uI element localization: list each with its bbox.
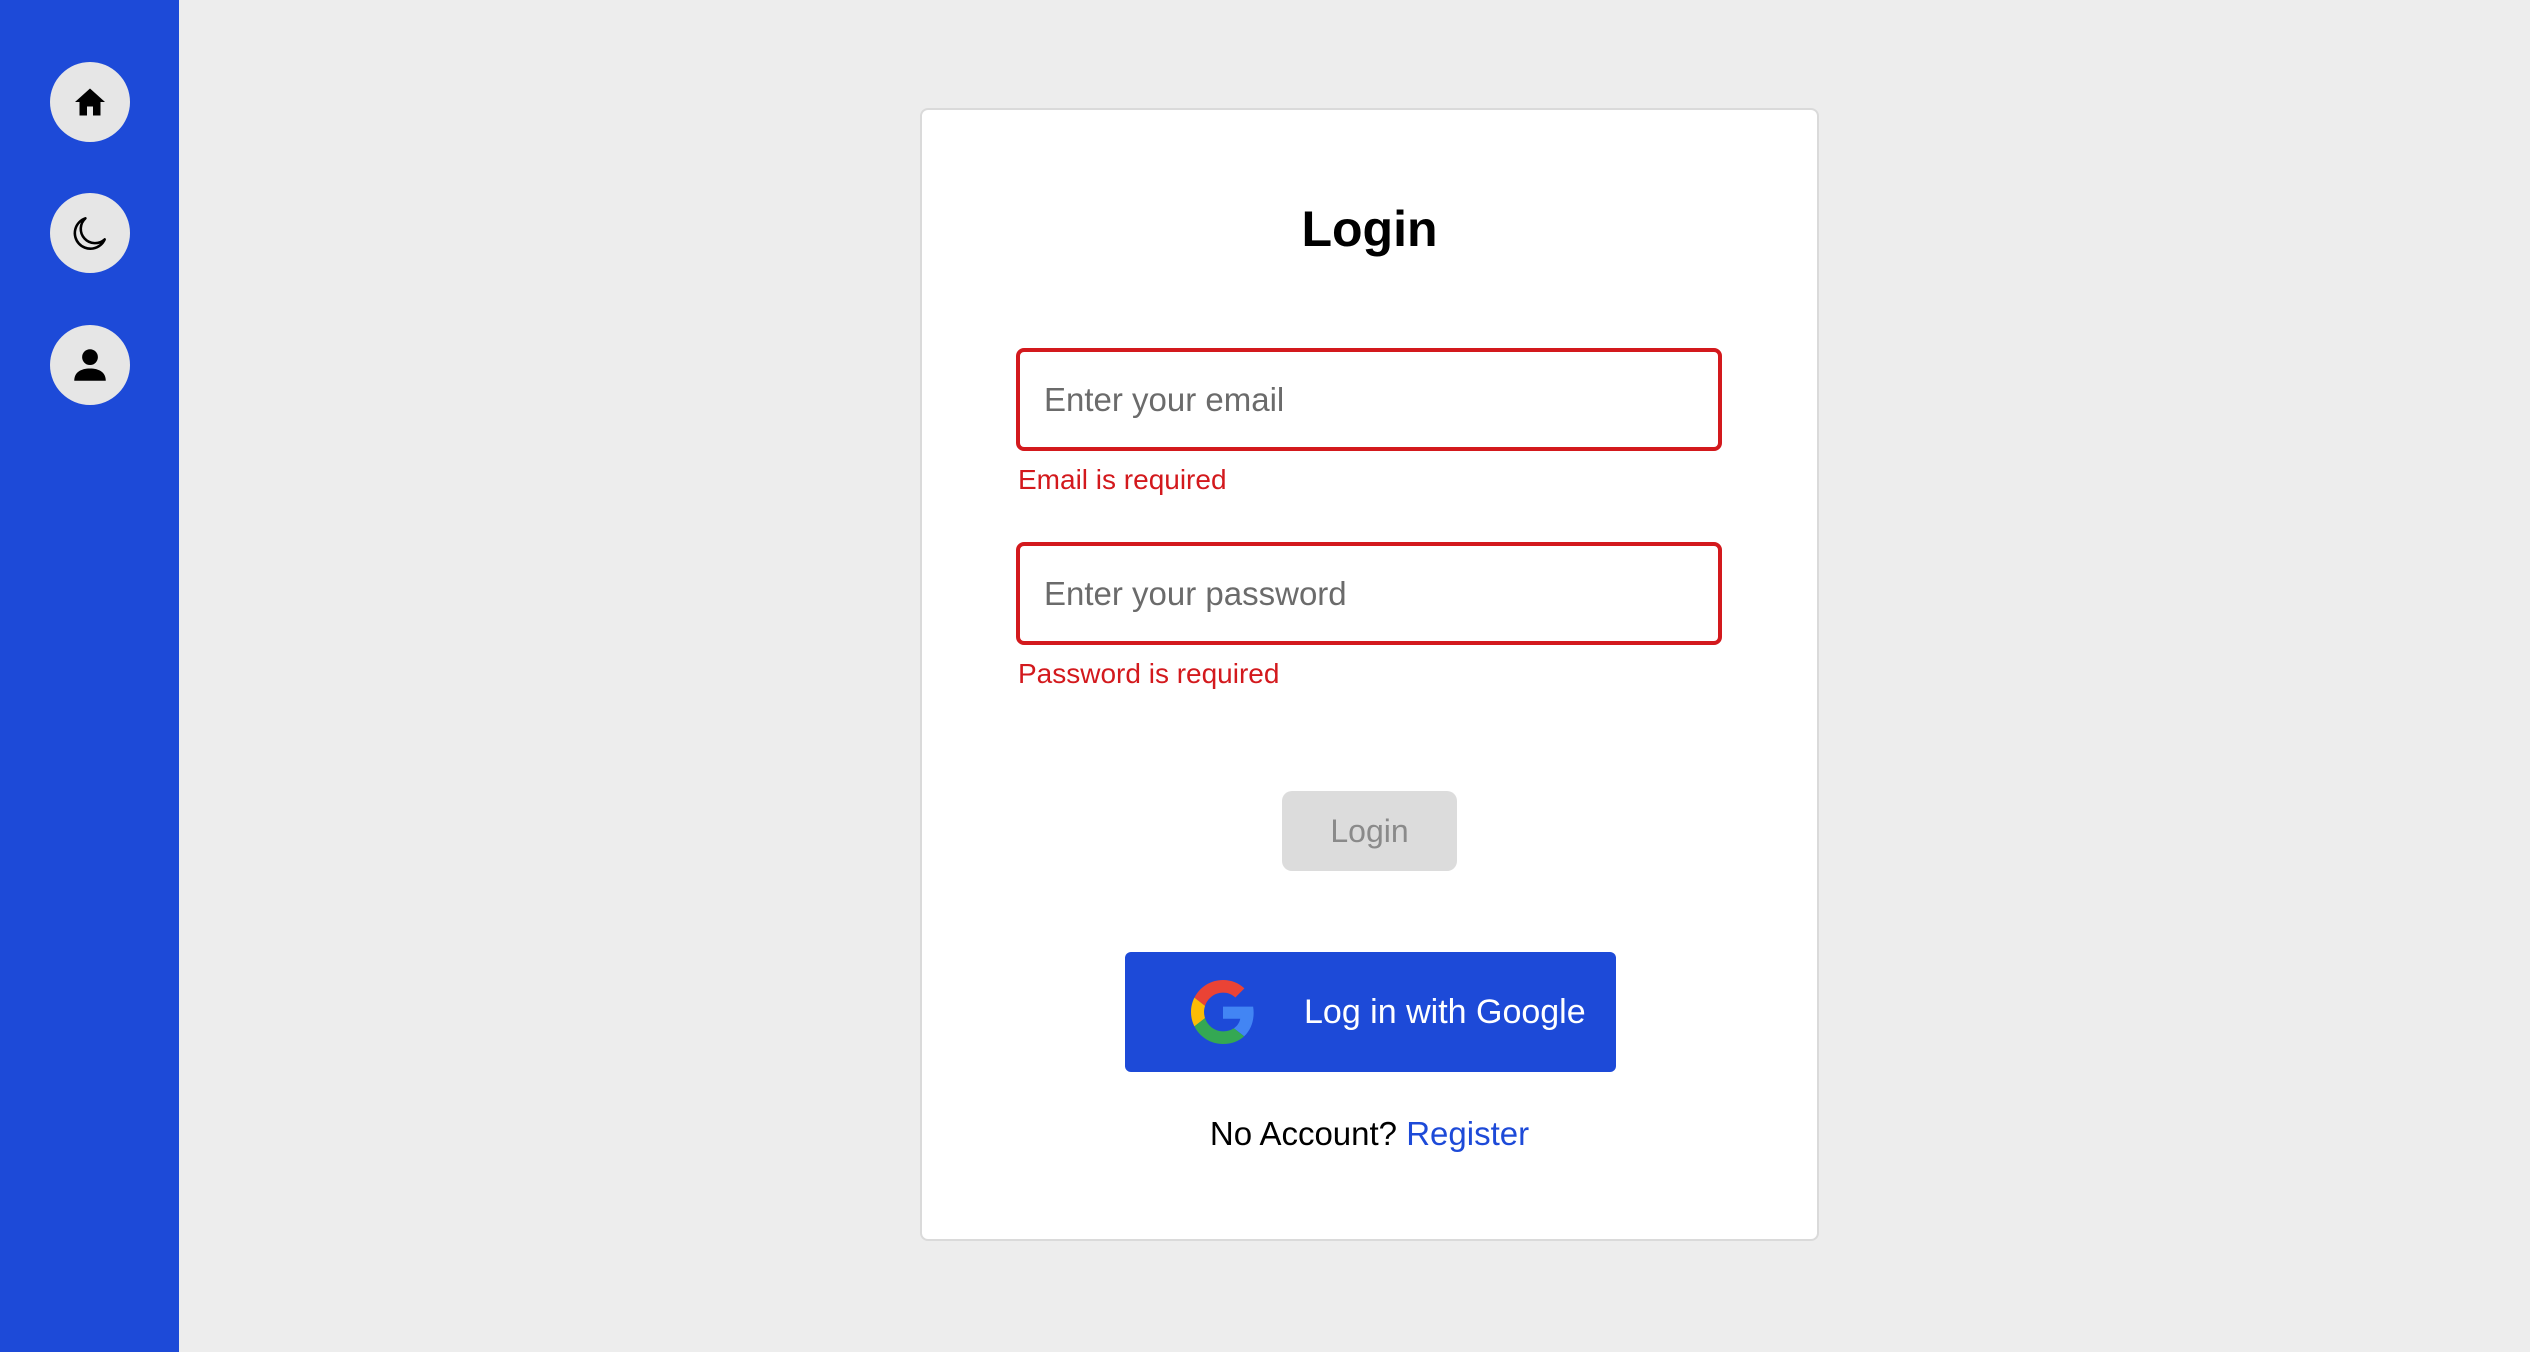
user-icon [74, 349, 106, 381]
google-login-button[interactable]: Log in with Google [1125, 952, 1616, 1072]
page-title: Login [1301, 201, 1438, 257]
login-button[interactable]: Login [1282, 791, 1457, 871]
sidebar [0, 0, 179, 1352]
google-login-label: Log in with Google [1304, 992, 1586, 1031]
profile-button[interactable] [50, 325, 130, 405]
email-error: Email is required [1018, 464, 1227, 495]
no-account-text: No Account? [1209, 1115, 1398, 1152]
moon-icon [73, 217, 106, 250]
register-prompt: No Account? Register [922, 1115, 1817, 1153]
theme-toggle-button[interactable] [50, 193, 130, 273]
email-field[interactable] [1016, 348, 1722, 451]
login-card: Login Email is required Password is requ… [920, 108, 1819, 1241]
password-field[interactable] [1016, 542, 1722, 645]
google-icon [1191, 980, 1254, 1044]
register-link[interactable]: Register [1406, 1115, 1529, 1152]
home-button[interactable] [50, 62, 130, 142]
home-icon [75, 88, 105, 116]
password-error: Password is required [1018, 658, 1280, 689]
